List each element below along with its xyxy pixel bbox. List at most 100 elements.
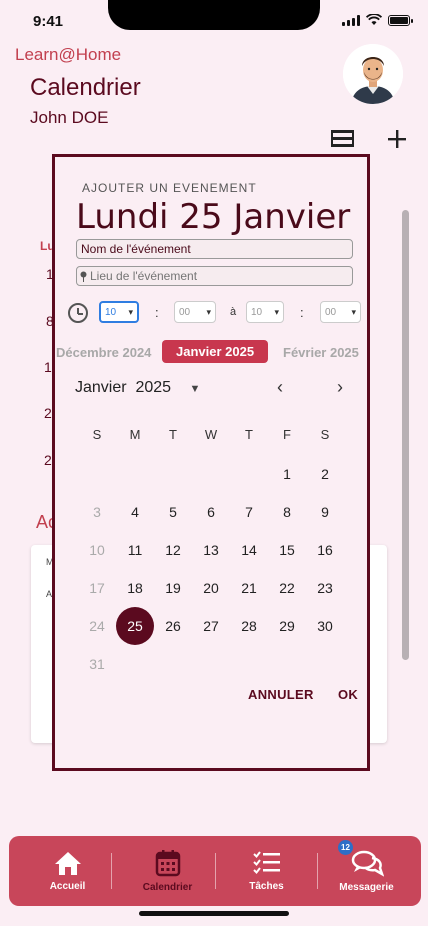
chevron-down-icon: ▾ <box>128 306 133 317</box>
calendar-day[interactable]: 29 <box>268 607 306 645</box>
calendar-day[interactable]: 21 <box>230 569 268 607</box>
wifi-icon <box>366 14 382 25</box>
start-minute-select[interactable]: 00 ▾ <box>174 301 216 323</box>
bg-row-number: 1 <box>44 359 52 375</box>
calendar-day[interactable]: 4 <box>116 493 154 531</box>
event-location-input[interactable] <box>90 269 340 283</box>
end-minute-value: 00 <box>325 306 337 318</box>
prev-month-tab[interactable]: Décembre 2024 <box>56 345 151 360</box>
calendar-empty-cell <box>230 455 268 493</box>
clock-icon <box>68 303 88 323</box>
calendar-month: Janvier <box>75 379 127 396</box>
time-between-label: à <box>230 306 237 318</box>
calendar-day[interactable]: 17 <box>78 569 116 607</box>
add-event-button[interactable] <box>384 124 410 154</box>
calendar-day[interactable]: 28 <box>230 607 268 645</box>
calendar-day[interactable]: 10 <box>78 531 116 569</box>
end-minute-select[interactable]: 00 ▾ <box>320 301 361 323</box>
event-location-field[interactable] <box>76 266 353 286</box>
calendar-day[interactable]: 7 <box>230 493 268 531</box>
calendar-day[interactable]: 9 <box>306 493 344 531</box>
calendar-day[interactable]: 6 <box>192 493 230 531</box>
location-pin-icon <box>80 271 87 282</box>
calendar-day[interactable]: 5 <box>154 493 192 531</box>
calendar-day[interactable]: 22 <box>268 569 306 607</box>
current-month-tab[interactable]: Janvier 2025 <box>162 340 269 363</box>
end-hour-select[interactable]: 10 ▾ <box>246 301 284 323</box>
calendar-day[interactable]: 20 <box>192 569 230 607</box>
signal-icon <box>342 14 360 26</box>
calendar-day[interactable]: 2 <box>306 455 344 493</box>
calendar-day[interactable]: 18 <box>116 569 154 607</box>
avatar[interactable] <box>343 44 403 104</box>
calendar-year: 2025 <box>135 379 172 396</box>
status-time: 9:41 <box>33 13 64 30</box>
unread-badge: 12 <box>338 840 353 855</box>
chevron-down-icon: ▾ <box>274 306 279 317</box>
scrollbar[interactable] <box>402 210 409 660</box>
calendar-day[interactable]: 31 <box>78 645 116 683</box>
bg-row-number: 2 <box>44 405 52 421</box>
calendar-day[interactable]: 30 <box>306 607 344 645</box>
next-month-tab[interactable]: Février 2025 <box>283 345 359 360</box>
app-brand: Learn@Home <box>15 45 122 64</box>
calendar-day[interactable]: 23 <box>306 569 344 607</box>
calendar-prev-button[interactable]: ‹ <box>277 377 283 398</box>
time-separator: : <box>300 305 304 320</box>
nav-item-messagerie[interactable]: Messagerie <box>315 836 418 906</box>
calendar-day[interactable]: 3 <box>78 493 116 531</box>
tasks-icon <box>252 851 280 875</box>
calendar-week-row: 31 <box>78 645 344 683</box>
chevron-down-icon: ▾ <box>206 306 211 317</box>
add-event-modal: AJOUTER UN EVENEMENT Lundi 25 Janvier 10… <box>52 154 370 771</box>
start-hour-select[interactable]: 10 ▾ <box>99 301 139 323</box>
calendar-day[interactable]: 27 <box>192 607 230 645</box>
nav-item-calendrier[interactable]: Calendrier <box>116 836 219 906</box>
list-view-button[interactable] <box>330 128 356 150</box>
weekday-label: S <box>320 427 330 442</box>
weekday-label: T <box>245 427 253 442</box>
bg-row-number: 2 <box>44 452 52 468</box>
weekday-label: W <box>204 427 218 442</box>
calendar-day[interactable]: 1 <box>268 455 306 493</box>
modal-label: AJOUTER UN EVENEMENT <box>82 181 257 195</box>
calendar-day[interactable]: 15 <box>268 531 306 569</box>
nav-item-accueil[interactable]: Accueil <box>16 836 119 906</box>
calendar-day[interactable]: 8 <box>268 493 306 531</box>
calendar-empty-cell <box>116 455 154 493</box>
chevron-left-icon: ‹ <box>277 377 283 397</box>
ok-button[interactable]: OK <box>338 687 358 702</box>
time-separator: : <box>155 305 159 320</box>
calendar-week-row: 3456789 <box>78 493 344 531</box>
calendar-grid: 1 2 3 4 5 6 7 8 9 10 11 12 13 14 15 16 17 18 19 20 21 22 23 24 2… <box>78 455 344 683</box>
calendar-empty-cell <box>192 645 230 683</box>
calendar-day[interactable]: 16 <box>306 531 344 569</box>
end-hour-value: 10 <box>251 306 263 318</box>
cancel-button[interactable]: ANNULER <box>248 687 314 702</box>
home-indicator <box>139 911 289 916</box>
page-title: Calendrier <box>30 74 141 101</box>
nav-item-taches[interactable]: Tâches <box>215 836 318 906</box>
list-view-icon <box>331 130 354 147</box>
calendar-icon <box>155 850 180 877</box>
weekday-label: S <box>92 427 102 442</box>
nav-item-label: Messagerie <box>339 882 394 893</box>
calendar-day[interactable]: 19 <box>154 569 192 607</box>
weekday-label: M <box>129 427 141 442</box>
calendar-day[interactable]: 14 <box>230 531 268 569</box>
event-name-input[interactable] <box>76 239 353 259</box>
calendar-day[interactable]: 24 <box>78 607 116 645</box>
calendar-day[interactable]: 13 <box>192 531 230 569</box>
caret-down-icon: ▼ <box>189 383 201 395</box>
calendar-month-year-select[interactable]: Janvier 2025 ▼ <box>75 379 200 397</box>
calendar-day[interactable]: 12 <box>154 531 192 569</box>
calendar-day[interactable]: 11 <box>116 531 154 569</box>
calendar-week-row: 12 <box>78 455 344 493</box>
start-minute-value: 00 <box>179 306 191 318</box>
calendar-day[interactable]: 26 <box>154 607 192 645</box>
calendar-next-button[interactable]: › <box>337 377 343 398</box>
calendar-week-row: 17 18 19 20 21 22 23 <box>78 569 344 607</box>
calendar-day-selected[interactable]: 25 <box>116 607 154 645</box>
battery-icon <box>388 14 413 26</box>
home-icon <box>54 852 81 875</box>
